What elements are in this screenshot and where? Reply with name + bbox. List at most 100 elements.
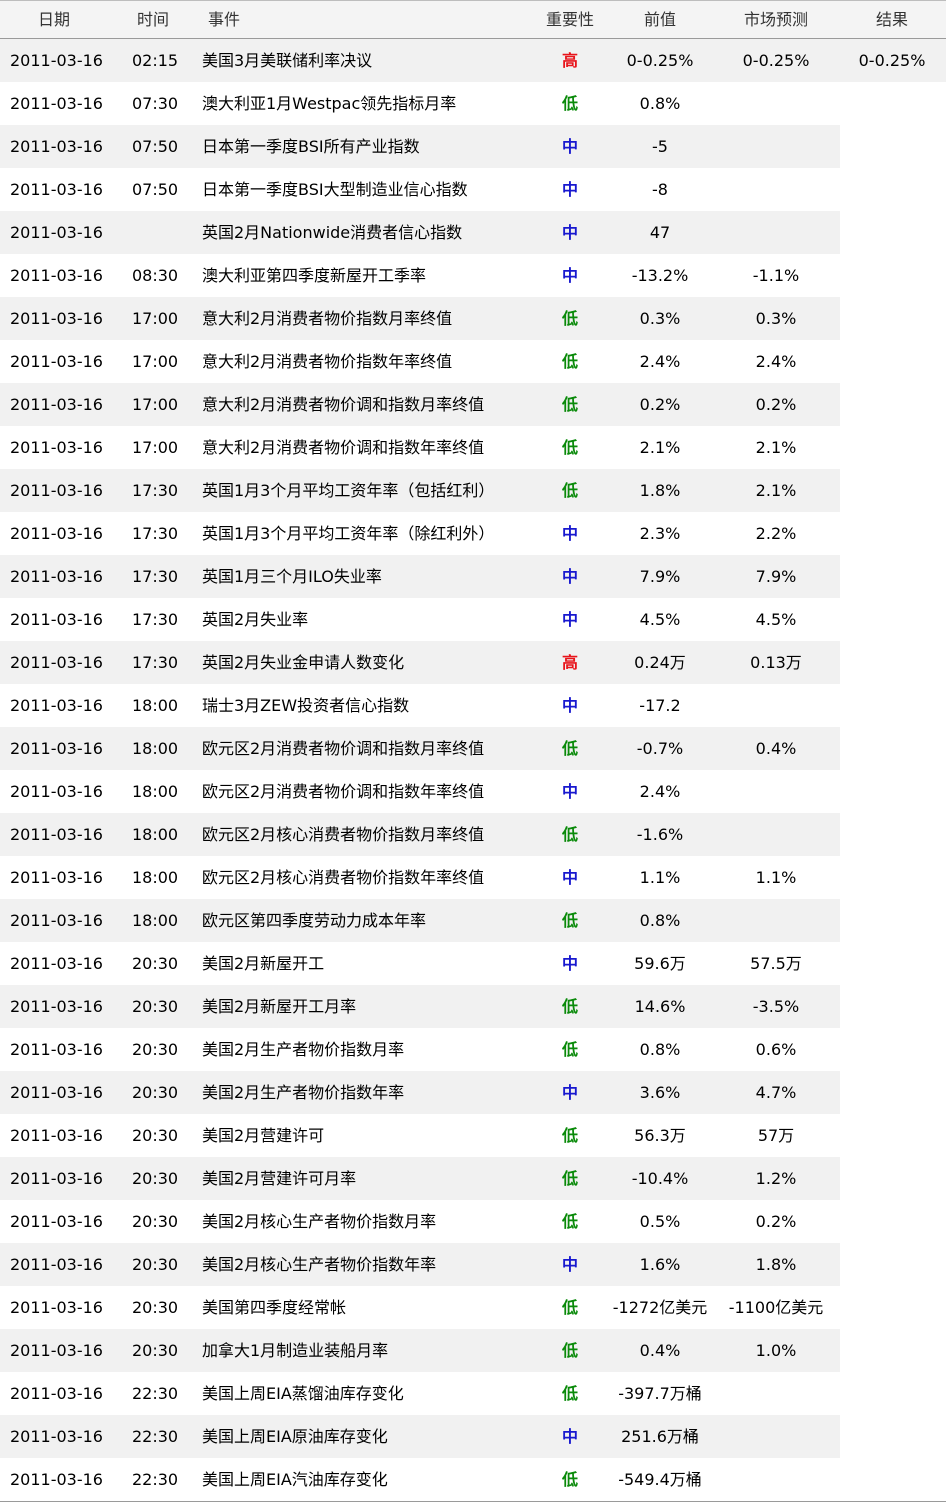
importance-cell: 中 (561, 696, 578, 715)
importance-cell: 中 (561, 954, 578, 973)
table-body: 2011-03-16 02:15 美国3月美联储利率决议高 0-0.25% 0-0.25… (0, 39, 946, 1501)
previous-value-cell: -549.4万桶 (618, 1470, 702, 1489)
forecast-value-cell (720, 82, 832, 125)
date-cell: 2011-03-16 (10, 1255, 103, 1274)
economic-calendar-table: 日期 时间 事件 重要性 前值 市场预测 结果 2011-03-16 02:15 美… (0, 0, 946, 1502)
importance-cell: 低 (561, 438, 578, 457)
time-cell: 17:30 (132, 653, 179, 672)
table-row: 2011-03-16 18:00 欧元区2月核心消费者物价指数月率终值 低 -1.6% (0, 813, 946, 856)
table-row: 2011-03-16 18:00 欧元区第四季度劳动力成本年率 低 0.8% (0, 899, 946, 942)
date-cell: 2011-03-16 (10, 610, 103, 629)
result-value-cell (840, 297, 944, 340)
result-value-cell (840, 813, 944, 856)
forecast-value-cell: 4.5% (755, 610, 797, 629)
forecast-value-cell: 0.2% (755, 395, 797, 414)
result-value-cell (840, 340, 944, 383)
previous-value-cell: 2.4% (639, 782, 681, 801)
previous-value-cell: 0.8% (639, 1040, 681, 1059)
result-value-cell (840, 985, 944, 1028)
previous-value-cell: 2.1% (639, 438, 681, 457)
table-row: 2011-03-16 17:00 意大利2月消费者物价指数年率终值 低 2.4% 2.4% (0, 340, 946, 383)
table-row: 2011-03-16 20:30 美国2月生产者物价指数年率 中 3.6% 4.7% (0, 1071, 946, 1114)
importance-cell: 低 (561, 1212, 578, 1231)
date-cell: 2011-03-16 (10, 567, 103, 586)
previous-value-cell: 251.6万桶 (621, 1427, 699, 1446)
importance-cell: 中 (561, 782, 578, 801)
previous-value-cell: 1.8% (639, 481, 681, 500)
event-cell: 澳大利亚第四季度新屋开工季率 (202, 266, 427, 285)
event-cell: 意大利2月消费者物价调和指数月率终值 (202, 395, 485, 414)
time-cell: 17:30 (132, 610, 179, 629)
date-cell: 2011-03-16 (10, 1384, 103, 1403)
header-time: 时间 (137, 10, 170, 29)
forecast-value-cell: -1100亿美元 (728, 1298, 824, 1317)
event-cell: 美国上周EIA汽油库存变化 (202, 1470, 388, 1489)
importance-cell: 中 (561, 266, 578, 285)
time-cell: 07:30 (132, 94, 179, 113)
previous-value-cell: -8 (652, 180, 668, 199)
table-row: 2011-03-16 英国2月Nationwide消费者信心指数 中 47 (0, 211, 946, 254)
forecast-value-cell (720, 168, 832, 211)
importance-cell: 低 (561, 739, 578, 758)
time-cell: 18:00 (132, 782, 179, 801)
result-value-cell (840, 1286, 944, 1329)
table-row: 2011-03-16 20:30 美国2月新屋开工月率 低 14.6% -3.5% (0, 985, 946, 1028)
result-value-cell (840, 1329, 944, 1372)
table-row: 2011-03-16 22:30 美国上周EIA蒸馏油库存变化 低 -397.7万桶 (0, 1372, 946, 1415)
time-cell: 17:00 (132, 309, 179, 328)
date-cell: 2011-03-16 (10, 739, 103, 758)
event-cell: 英国2月失业率 (202, 610, 309, 629)
importance-cell: 低 (561, 1298, 578, 1317)
forecast-value-cell: 1.0% (755, 1341, 797, 1360)
result-value-cell (840, 727, 944, 770)
result-value-cell (840, 1458, 944, 1501)
date-cell: 2011-03-16 (10, 653, 103, 672)
result-value-cell (840, 598, 944, 641)
header-previous: 前值 (643, 10, 676, 29)
previous-value-cell: 14.6% (634, 997, 686, 1016)
forecast-value-cell (720, 899, 832, 942)
previous-value-cell: -13.2% (631, 266, 689, 285)
result-value-cell (840, 1415, 944, 1458)
forecast-value-cell: 2.2% (755, 524, 797, 543)
previous-value-cell: -0.7% (636, 739, 684, 758)
event-cell: 美国2月生产者物价指数年率 (202, 1083, 405, 1102)
date-cell: 2011-03-16 (10, 180, 103, 199)
table-row: 2011-03-16 18:00 欧元区2月消费者物价调和指数月率终值 低 -0.7% 0… (0, 727, 946, 770)
previous-value-cell: 0.2% (639, 395, 681, 414)
table-row: 2011-03-16 17:30 英国1月3个月平均工资年率（包括红利） 低 1.8% 2… (0, 469, 946, 512)
date-cell: 2011-03-16 (10, 954, 103, 973)
importance-cell: 低 (561, 1384, 578, 1403)
time-cell: 20:30 (132, 1212, 179, 1231)
header-event: 事件 (208, 10, 241, 29)
table-row: 2011-03-16 18:00 瑞士3月ZEW投资者信心指数 中 -17.2 (0, 684, 946, 727)
time-cell: 17:00 (132, 395, 179, 414)
table-header: 日期 时间 事件 重要性 前值 市场预测 结果 (0, 0, 946, 39)
importance-cell: 中 (561, 223, 578, 242)
result-value-cell (840, 770, 944, 813)
forecast-value-cell: 1.2% (755, 1169, 797, 1188)
table-row: 2011-03-16 20:30 美国第四季度经常帐 低 -1272亿美元 -1100亿美… (0, 1286, 946, 1329)
forecast-value-cell (720, 1372, 832, 1415)
importance-cell: 低 (561, 395, 578, 414)
event-cell: 欧元区2月消费者物价调和指数月率终值 (202, 739, 485, 758)
time-cell: 20:30 (132, 1255, 179, 1274)
date-cell: 2011-03-16 (10, 309, 103, 328)
header-date: 日期 (38, 10, 71, 29)
table-row: 2011-03-16 22:30 美国上周EIA汽油库存变化 低 -549.4万桶 (0, 1458, 946, 1501)
importance-cell: 低 (561, 309, 578, 328)
event-cell: 加拿大1月制造业装船月率 (202, 1341, 389, 1360)
forecast-value-cell: 1.1% (755, 868, 797, 887)
result-value-cell (840, 82, 944, 125)
event-cell: 美国2月核心生产者物价指数年率 (202, 1255, 437, 1274)
importance-cell: 低 (561, 1126, 578, 1145)
time-cell: 20:30 (132, 1169, 179, 1188)
event-cell: 美国上周EIA原油库存变化 (202, 1427, 388, 1446)
result-value-cell (840, 211, 944, 254)
table-row: 2011-03-16 18:00 欧元区2月消费者物价调和指数年率终值 中 2.4% (0, 770, 946, 813)
header-importance: 重要性 (545, 10, 594, 29)
time-cell: 20:30 (132, 997, 179, 1016)
result-value-cell (840, 1200, 944, 1243)
table-row: 2011-03-16 17:00 意大利2月消费者物价调和指数月率终值 低 0.2% 0.… (0, 383, 946, 426)
event-cell: 瑞士3月ZEW投资者信心指数 (202, 696, 410, 715)
